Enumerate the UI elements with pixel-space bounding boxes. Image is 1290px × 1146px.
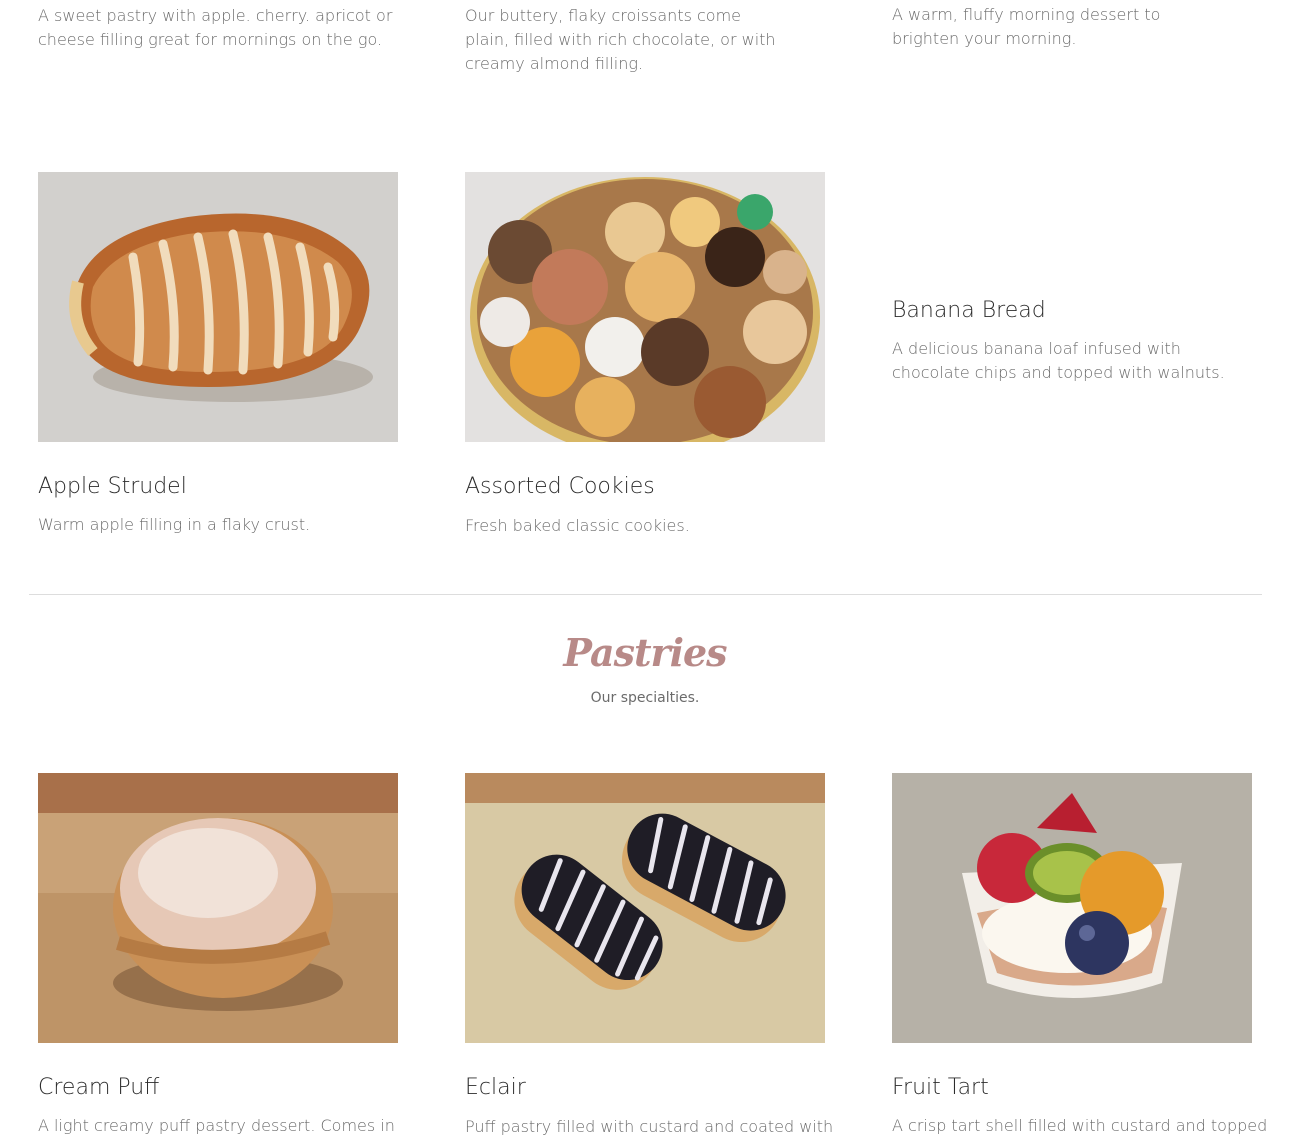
section-title: Pastries: [563, 630, 727, 675]
assorted-cookies-title: Assorted Cookies: [465, 474, 655, 499]
section-subtitle: Our specialties.: [590, 690, 700, 706]
croissant-description: Our buttery, flaky croissants come plain…: [465, 6, 776, 73]
apple-strudel-title: Apple Strudel: [38, 474, 187, 499]
assorted-cookies-description: Fresh baked classic cookies.: [465, 516, 690, 535]
eclair-title: Eclair: [465, 1075, 526, 1100]
fruit-tart-image[interactable]: [892, 773, 1252, 1043]
eclair-description: Puff pastry filled with custard and coat…: [465, 1117, 834, 1136]
apple-strudel-photo: [38, 172, 398, 442]
cream-puff-description: A light creamy puff pastry dessert. Come…: [38, 1116, 395, 1135]
cream-puff-photo: [38, 773, 398, 1043]
eclair-image[interactable]: [465, 773, 825, 1043]
fruit-tart-photo: [892, 773, 1252, 1043]
apple-strudel-description: Warm apple filling in a flaky crust.: [38, 515, 311, 534]
danish-description: A sweet pastry with apple. cherry. apric…: [38, 6, 393, 49]
section-divider: [29, 594, 1262, 595]
assorted-cookies-image[interactable]: [465, 172, 825, 442]
assorted-cookies-photo: [465, 172, 825, 442]
cream-puff-title: Cream Puff: [38, 1075, 160, 1100]
fruit-tart-description: A crisp tart shell filled with custard a…: [892, 1116, 1268, 1135]
apple-strudel-image[interactable]: [38, 172, 398, 442]
fruit-tart-title: Fruit Tart: [892, 1075, 989, 1100]
banana-bread-description: A delicious banana loaf infused with cho…: [892, 339, 1225, 382]
banana-bread-title: Banana Bread: [892, 298, 1046, 323]
eclair-photo: [465, 773, 825, 1043]
cream-puff-image[interactable]: [38, 773, 398, 1043]
morning-dessert-description: A warm, fluffy morning dessert to bright…: [892, 5, 1161, 48]
